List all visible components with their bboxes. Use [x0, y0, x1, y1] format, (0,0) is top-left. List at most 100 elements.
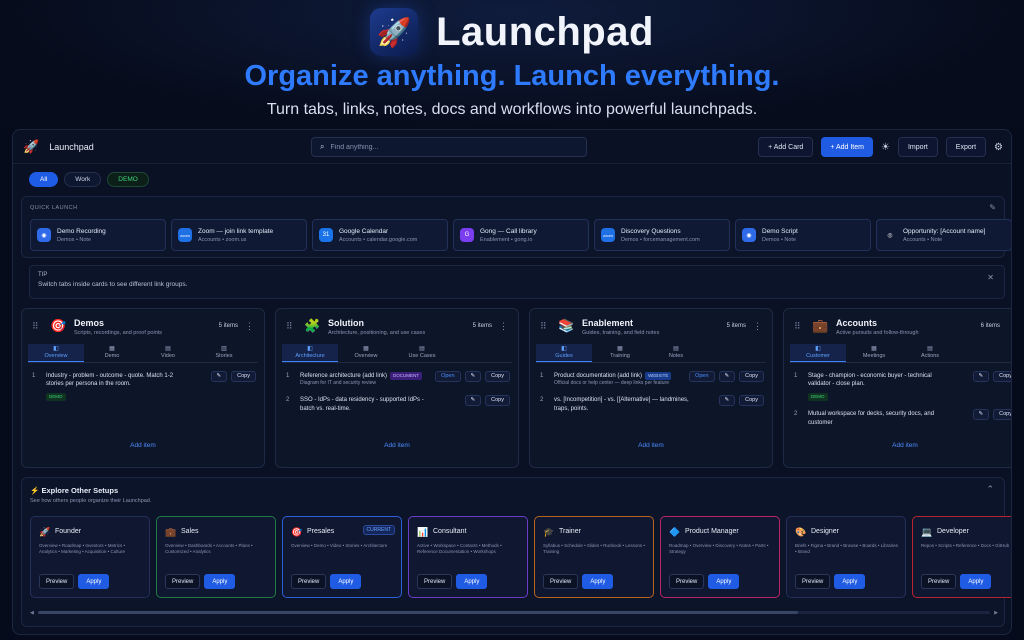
drag-handle-icon[interactable]: ⠿	[32, 321, 39, 332]
tab-overview[interactable]: ◧ Overview	[28, 344, 84, 362]
tab-notes[interactable]: ▤ Notes	[648, 344, 704, 362]
open-button[interactable]: Open	[435, 371, 461, 382]
preview-button[interactable]: Preview	[417, 574, 453, 589]
setup-card-presales[interactable]: 🎯 Presales CURRENT Overview • Demo • Video …	[282, 516, 402, 598]
preview-button[interactable]: Preview	[921, 574, 957, 589]
tab-label: Notes	[668, 353, 684, 359]
scrollbar-track[interactable]	[37, 611, 991, 614]
open-button[interactable]: Open	[689, 371, 715, 382]
apply-button[interactable]: Apply	[708, 574, 740, 589]
tab-use-cases[interactable]: ▤ Use Cases	[394, 344, 450, 362]
card-subtitle: Guides, training, and field notes	[582, 330, 660, 336]
quick-launch-subtitle: Accounts • zoom.us	[198, 236, 247, 243]
setup-card-founder[interactable]: 🚀 Founder Overview • Roadmap • Investors •…	[30, 516, 150, 598]
quick-launch-item[interactable]: ◉ Demo Script Demos • Note	[735, 219, 871, 251]
search-box[interactable]: ⌕	[311, 137, 587, 157]
quick-launch-item[interactable]: 31 Google Calendar Accounts • calendar.goo…	[312, 219, 448, 251]
tab-training[interactable]: ▦ Training	[592, 344, 648, 362]
apply-button[interactable]: Apply	[456, 574, 488, 589]
copy-button[interactable]: Copy	[739, 371, 764, 382]
copy-button[interactable]: Copy	[739, 395, 764, 407]
sun-icon[interactable]: ☀	[881, 142, 890, 153]
item-text: Industry - problem - outcome - quote. Ma…	[46, 372, 186, 402]
tab-overview[interactable]: ▦ Overview	[338, 344, 394, 362]
preview-button[interactable]: Preview	[795, 574, 831, 589]
horizontal-scrollbar[interactable]: ◀ ▶	[30, 610, 998, 616]
edit-icon[interactable]: ✎	[972, 409, 990, 421]
tab-actions[interactable]: ▤ Actions	[902, 344, 958, 362]
search-input[interactable]	[330, 143, 561, 151]
add-item-button[interactable]: + Add Item	[821, 137, 873, 157]
scrollbar-thumb[interactable]	[37, 611, 798, 614]
tab-architecture[interactable]: ◧ Architecture	[282, 344, 338, 362]
setup-card-designer[interactable]: 🎨 Designer Briefs • Figma • Brand • Browse…	[786, 516, 906, 598]
export-button[interactable]: Export	[945, 137, 987, 157]
more-menu-icon[interactable]: ⋮	[753, 321, 762, 332]
edit-icon[interactable]: ✎	[989, 203, 996, 212]
apply-button[interactable]: Apply	[582, 574, 614, 589]
tab-demo[interactable]: ▦ Demo	[84, 344, 140, 362]
copy-button[interactable]: Copy	[485, 371, 510, 382]
item-text: Mutual workspace for decks, security doc…	[808, 410, 948, 427]
chevron-up-icon[interactable]: ⌃	[986, 484, 994, 495]
add-card-button[interactable]: + Add Card	[758, 137, 814, 157]
edit-icon[interactable]: ✎	[718, 395, 736, 407]
import-button[interactable]: Import	[897, 137, 938, 157]
quick-launch-item[interactable]: ◎ Opportunity: [Account name] Accounts • N…	[876, 219, 1011, 251]
preview-button[interactable]: Preview	[543, 574, 579, 589]
app-window: 🚀 Launchpad ⌕ + Add Card + Add Item ☀ Im…	[12, 129, 1012, 635]
tab-guides[interactable]: ◧ Guides	[536, 344, 592, 362]
more-menu-icon[interactable]: ⋮	[245, 321, 254, 332]
more-menu-icon[interactable]: ⋮	[1007, 321, 1011, 332]
apply-button[interactable]: Apply	[204, 574, 236, 589]
setup-buttons: Preview Apply	[921, 574, 992, 589]
copy-button[interactable]: Copy	[993, 409, 1011, 421]
drag-handle-icon[interactable]: ⠿	[286, 321, 293, 332]
setup-name: Sales	[181, 528, 199, 535]
scroll-right-icon[interactable]: ▶	[994, 610, 998, 616]
edit-icon[interactable]: ✎	[210, 371, 228, 382]
item-title: Mutual workspace for decks, security doc…	[808, 411, 935, 426]
scroll-left-icon[interactable]: ◀	[30, 610, 34, 616]
tab-meetings[interactable]: ▦ Meetings	[846, 344, 902, 362]
drag-handle-icon[interactable]: ⠿	[540, 321, 547, 332]
preview-button[interactable]: Preview	[669, 574, 705, 589]
gear-icon[interactable]: ⚙	[994, 142, 1003, 153]
setup-card-product-manager[interactable]: 🔷 Product Manager Roadmap • Overview • Dis…	[660, 516, 780, 598]
apply-button[interactable]: Apply	[834, 574, 866, 589]
close-icon[interactable]: ✕	[987, 273, 994, 282]
add-item-link[interactable]: Add item	[530, 442, 772, 449]
quick-launch-item[interactable]: ◉ Demo Recording Demos • Note	[30, 219, 166, 251]
setup-card-sales[interactable]: 💼 Sales Overview • Dashboards • Accounts •…	[156, 516, 276, 598]
filter-work[interactable]: Work	[64, 172, 102, 187]
filter-all[interactable]: All	[29, 172, 59, 187]
quick-launch-item[interactable]: G Gong — Call library Enablement • gong.io	[453, 219, 589, 251]
edit-icon[interactable]: ✎	[972, 371, 990, 382]
tab-customer[interactable]: ◧ Customer	[790, 344, 846, 362]
edit-icon[interactable]: ✎	[464, 371, 482, 382]
edit-icon[interactable]: ✎	[464, 395, 482, 407]
preview-button[interactable]: Preview	[165, 574, 201, 589]
add-item-link[interactable]: Add item	[22, 442, 264, 449]
add-item-link[interactable]: Add item	[276, 442, 518, 449]
add-item-link[interactable]: Add item	[784, 442, 1011, 449]
drag-handle-icon[interactable]: ⠿	[794, 321, 801, 332]
tab-video[interactable]: ▤ Video	[140, 344, 196, 362]
edit-icon[interactable]: ✎	[718, 371, 736, 382]
quick-launch-item[interactable]: zoom Zoom — join link template Accounts • …	[171, 219, 307, 251]
apply-button[interactable]: Apply	[78, 574, 110, 589]
preview-button[interactable]: Preview	[291, 574, 327, 589]
copy-button[interactable]: Copy	[993, 371, 1011, 382]
copy-button[interactable]: Copy	[231, 371, 256, 382]
quick-launch-item[interactable]: zoom Discovery Questions Demos • forcemana…	[594, 219, 730, 251]
setup-card-consultant[interactable]: 📊 Consultant Active • Workspace • Contacts…	[408, 516, 528, 598]
filter-demo[interactable]: DEMO	[107, 172, 149, 187]
copy-button[interactable]: Copy	[485, 395, 510, 407]
setup-card-trainer[interactable]: 🎓 Trainer Syllabus • Schedule • Slides • R…	[534, 516, 654, 598]
setup-card-developer[interactable]: 💻 Developer Repos • Scripts • Reference • …	[912, 516, 1011, 598]
more-menu-icon[interactable]: ⋮	[499, 321, 508, 332]
apply-button[interactable]: Apply	[960, 574, 992, 589]
preview-button[interactable]: Preview	[39, 574, 75, 589]
tab-stories[interactable]: ▥ Stories	[196, 344, 252, 362]
apply-button[interactable]: Apply	[330, 574, 362, 589]
